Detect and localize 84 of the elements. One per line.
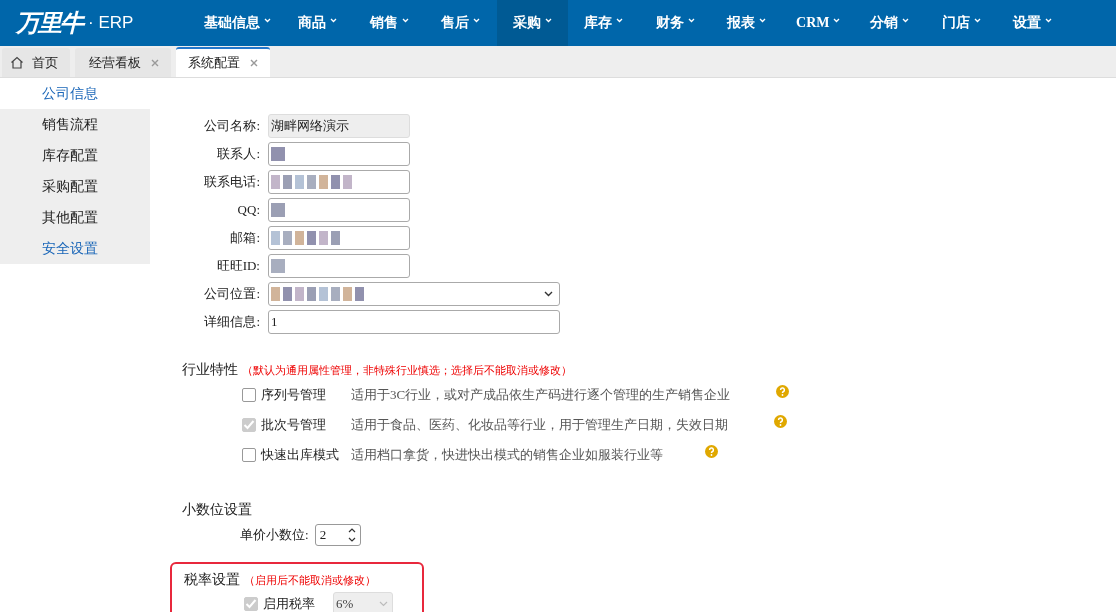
caret-icon [1045, 17, 1053, 23]
option-label: 序列号管理 [261, 386, 327, 404]
caret-icon [833, 17, 841, 23]
checkbox[interactable] [244, 597, 258, 611]
sidebar-item[interactable]: 安全设置 [0, 233, 150, 264]
tab-label: 系统配置 [188, 54, 240, 72]
menu-item[interactable]: 门店 [925, 0, 997, 46]
option-label: 启用税率 [263, 595, 316, 612]
field-label: 邮箱: [229, 229, 260, 247]
section-title: 行业特性 [182, 361, 238, 379]
tab[interactable]: 经营看板 [75, 48, 171, 77]
caret-icon [902, 17, 910, 23]
caret-icon [263, 17, 271, 23]
warning-note: （默认为通用属性管理，非特殊行业慎选；选择后不能取消或修改） [242, 362, 572, 378]
input-field[interactable] [268, 198, 410, 222]
tab[interactable]: 系统配置 [176, 47, 270, 77]
section-title: 小数位设置 [182, 501, 252, 519]
caret-icon [616, 17, 624, 23]
field-label: 旺旺ID: [215, 257, 260, 275]
menu-item[interactable]: 财务 [639, 0, 711, 46]
field-label: 联系电话: [203, 173, 260, 191]
caret-icon [330, 17, 338, 23]
menu-item[interactable]: 报表 [711, 0, 783, 46]
option-description: 适用档口拿货，快进快出模式的销售企业如服装行业等 [351, 446, 663, 464]
select-field[interactable]: 6% [333, 592, 393, 612]
field-label: 公司名称: [203, 117, 260, 135]
option-label: 快速出库模式 [261, 446, 340, 464]
checkbox[interactable] [242, 418, 256, 432]
menu-item[interactable]: 基础信息 [192, 0, 282, 46]
close-icon[interactable] [151, 58, 159, 67]
menu-item[interactable]: 分销 [854, 0, 926, 46]
close-icon[interactable] [250, 59, 258, 67]
menu-item[interactable]: 库存 [568, 0, 640, 46]
input-field[interactable] [268, 142, 410, 166]
help-icon[interactable] [776, 384, 790, 398]
checkbox[interactable] [242, 388, 256, 402]
menu-item[interactable]: 采购 [496, 0, 568, 46]
input-field[interactable] [268, 170, 410, 194]
number-field[interactable]: 2 [314, 524, 361, 546]
tab[interactable]: 首页 [2, 48, 70, 77]
warning-note: （启用后不能取消或修改） [244, 572, 376, 588]
menu-item[interactable]: 售后 [425, 0, 497, 46]
option-description: 适用于3C行业，或对产成品依生产码进行逐个管理的生产销售企业 [351, 386, 731, 404]
caret-icon [687, 17, 695, 23]
field-label: 联系人: [216, 145, 260, 163]
caret-icon [473, 17, 481, 23]
sidebar-item[interactable]: 其他配置 [0, 202, 150, 233]
caret-icon [379, 601, 388, 607]
redacted-value [271, 231, 340, 245]
redacted-value [271, 259, 285, 273]
menu-item[interactable]: 商品 [282, 0, 354, 46]
input-field[interactable] [268, 254, 410, 278]
logo-text: 万里牛 [16, 8, 82, 39]
caret-icon [973, 17, 981, 23]
logo-suffix: · ERP [88, 13, 134, 33]
redacted-value [271, 147, 285, 161]
option-label: 批次号管理 [261, 416, 327, 434]
section-title: 税率设置 [184, 571, 240, 589]
sidebar-item[interactable]: 库存配置 [0, 140, 150, 171]
tab-label: 首页 [32, 53, 58, 72]
field-label: QQ: [236, 202, 260, 218]
home-icon [10, 56, 24, 69]
menu-item[interactable]: CRM [782, 0, 854, 46]
select-field[interactable] [268, 282, 560, 306]
sidebar-item[interactable]: 销售流程 [0, 109, 150, 140]
checkbox[interactable] [242, 448, 256, 462]
caret-icon [401, 17, 409, 23]
help-icon[interactable] [774, 414, 787, 428]
stepper-icon[interactable] [347, 527, 356, 543]
option-description: 适用于食品、医药、化妆品等行业，用于管理生产日期，失效日期 [351, 416, 728, 434]
field-label: 公司位置: [203, 285, 260, 303]
help-icon[interactable] [705, 444, 718, 458]
caret-icon [544, 291, 553, 297]
input-field[interactable] [268, 226, 410, 250]
field-label: 单价小数位: [240, 526, 309, 544]
caret-icon [544, 17, 552, 23]
redacted-value [271, 203, 285, 217]
caret-icon [759, 17, 767, 23]
field-label: 详细信息: [203, 313, 260, 331]
menu-item[interactable]: 设置 [997, 0, 1069, 46]
sidebar-item[interactable]: 采购配置 [0, 171, 150, 202]
menu-item[interactable]: 销售 [353, 0, 425, 46]
input-field[interactable]: 1 [268, 310, 560, 334]
tab-label: 经营看板 [89, 53, 141, 72]
